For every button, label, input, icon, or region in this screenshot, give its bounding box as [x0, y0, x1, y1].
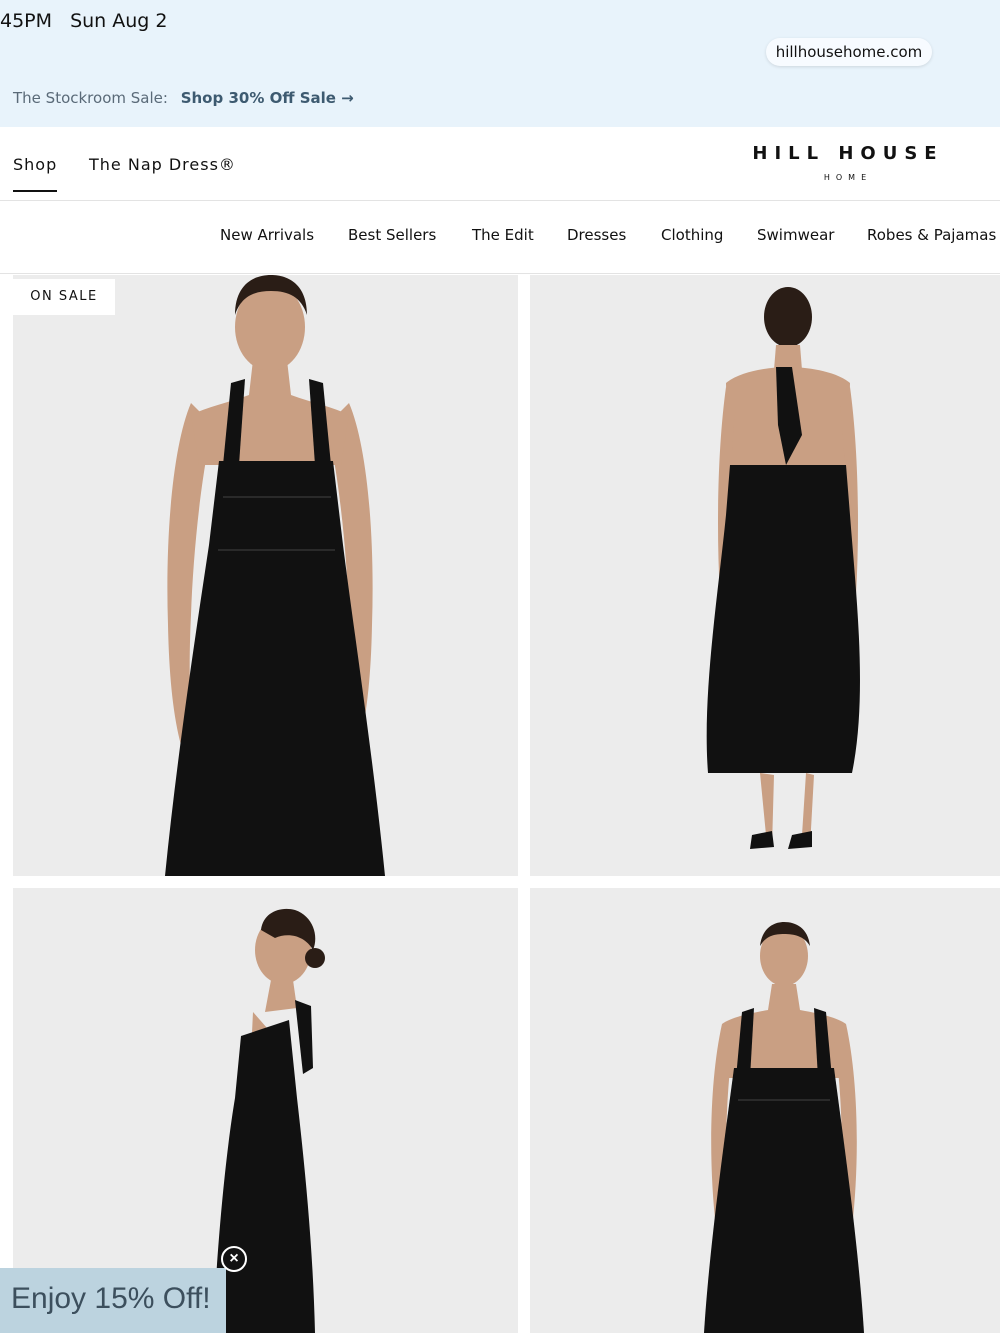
- on-sale-badge: ON SALE: [13, 279, 115, 315]
- product-image-back[interactable]: [530, 275, 1000, 876]
- nav-clothing[interactable]: Clothing: [661, 226, 723, 244]
- promo-banner: The Stockroom Sale: Shop 30% Off Sale →: [13, 89, 354, 107]
- product-image-side[interactable]: [13, 888, 518, 1333]
- nav-best-sellers[interactable]: Best Sellers: [348, 226, 436, 244]
- browser-top-bar: 45PM Sun Aug 2 hillhousehome.com The Sto…: [0, 0, 1000, 127]
- tab-shop[interactable]: Shop: [13, 155, 58, 192]
- site-logo[interactable]: HILL HOUSE HOME: [746, 143, 950, 182]
- status-date: Sun Aug 2: [70, 10, 168, 32]
- logo-sub: HOME: [823, 173, 873, 182]
- nav-dresses[interactable]: Dresses: [567, 226, 626, 244]
- popup-text[interactable]: Enjoy 15% Off!: [11, 1282, 211, 1316]
- close-circle-icon[interactable]: ×: [221, 1246, 247, 1272]
- nav-swimwear[interactable]: Swimwear: [757, 226, 834, 244]
- nav-robes-pajamas[interactable]: Robes & Pajamas: [867, 226, 996, 244]
- logo-name: HILL HOUSE: [752, 143, 944, 164]
- product-image-front-full[interactable]: [530, 888, 1000, 1333]
- discount-popup[interactable]: Enjoy 15% Off!: [0, 1268, 226, 1333]
- status-time: 45PM: [0, 10, 53, 32]
- url-bar[interactable]: hillhousehome.com: [766, 38, 932, 66]
- nav-new-arrivals[interactable]: New Arrivals: [220, 226, 314, 244]
- tab-nap-dress[interactable]: The Nap Dress®: [89, 155, 236, 174]
- product-image-front[interactable]: [13, 275, 518, 876]
- nav-the-edit[interactable]: The Edit: [472, 226, 534, 244]
- status-bar: 45PM Sun Aug 2: [0, 10, 180, 32]
- category-nav: New Arrivals Best Sellers The Edit Dress…: [0, 201, 1000, 274]
- site-header: Shop The Nap Dress® HILL HOUSE HOME: [0, 127, 1000, 201]
- promo-link[interactable]: Shop 30% Off Sale →: [181, 89, 354, 107]
- promo-text: The Stockroom Sale:: [13, 89, 168, 107]
